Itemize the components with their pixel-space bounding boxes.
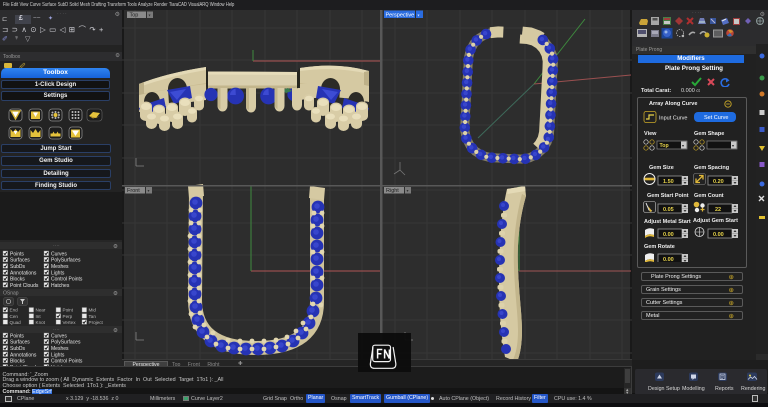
svg-text:Top: Top — [130, 13, 139, 19]
svg-text:Point: Point — [63, 308, 74, 313]
svg-text:Control Points: Control Points — [51, 277, 83, 283]
svg-text:Top: Top — [660, 143, 669, 149]
svg-text:Quad: Quad — [10, 320, 22, 325]
svg-text:▾: ▾ — [682, 143, 684, 148]
svg-text:Adjust Metal Start: Adjust Metal Start — [644, 219, 691, 225]
svg-text:Rendering: Rendering — [741, 386, 765, 392]
svg-text:0.00: 0.00 — [713, 232, 724, 238]
svg-text:0.05: 0.05 — [663, 207, 674, 213]
svg-text:Hatches: Hatches — [51, 283, 70, 289]
svg-text:Annotations: Annotations — [10, 270, 37, 276]
svg-text:PolySurfaces: PolySurfaces — [51, 258, 81, 264]
svg-text:Mid: Mid — [89, 308, 97, 313]
svg-text:Knot: Knot — [36, 320, 46, 325]
svg-text:Surfaces: Surfaces — [10, 340, 30, 346]
svg-text:Meshes: Meshes — [51, 346, 69, 352]
svg-text:Perp: Perp — [63, 314, 73, 319]
svg-text:Perspective: Perspective — [386, 13, 415, 19]
svg-text:0.00: 0.00 — [663, 257, 674, 262]
svg-text:Gem Start Point: Gem Start Point — [647, 193, 689, 199]
svg-text:OSnap: OSnap — [3, 291, 19, 297]
svg-text:Gem Count: Gem Count — [694, 193, 724, 199]
svg-text:▾: ▾ — [149, 13, 151, 18]
svg-text:⚙: ⚙ — [113, 327, 118, 334]
svg-text:Set Curve: Set Curve — [704, 115, 728, 121]
svg-text:22: 22 — [715, 207, 721, 213]
svg-text:Points: Points — [10, 251, 24, 257]
svg-text:Gem Size: Gem Size — [649, 165, 674, 171]
svg-text:Points: Points — [10, 333, 24, 339]
svg-text:Meshes: Meshes — [51, 264, 69, 270]
svg-text:Int: Int — [36, 314, 42, 319]
svg-text:Near: Near — [36, 308, 46, 313]
svg-text:····: ···· — [53, 243, 60, 249]
svg-text:PolySurfaces: PolySurfaces — [51, 340, 81, 346]
svg-text:Gem Shape: Gem Shape — [694, 131, 724, 137]
svg-text:▾: ▾ — [418, 13, 420, 18]
svg-text:····: ···· — [53, 327, 60, 333]
svg-text:Front: Front — [127, 188, 140, 194]
svg-text:Point Clouds: Point Clouds — [10, 283, 39, 289]
svg-text:⚙: ⚙ — [113, 243, 118, 250]
svg-text:0.00: 0.00 — [663, 232, 674, 238]
svg-text:Gem Rotate: Gem Rotate — [644, 244, 675, 250]
svg-text:1.50: 1.50 — [663, 179, 674, 185]
svg-text:Curves: Curves — [51, 333, 67, 339]
svg-text:SubDs: SubDs — [10, 346, 26, 352]
svg-text:Lights: Lights — [51, 352, 65, 358]
svg-text:Modelling: Modelling — [682, 386, 705, 392]
svg-text:Tan: Tan — [89, 314, 97, 319]
svg-text:Cen: Cen — [10, 314, 19, 319]
svg-text:▾: ▾ — [148, 188, 150, 193]
svg-text:Project: Project — [89, 320, 104, 325]
svg-text:⚙: ⚙ — [113, 290, 118, 297]
svg-text:Curves: Curves — [51, 251, 67, 257]
svg-text:Design Setup: Design Setup — [648, 386, 680, 392]
svg-text:▾: ▾ — [732, 143, 734, 148]
svg-text:Input Curve: Input Curve — [659, 116, 687, 122]
svg-text:▾: ▾ — [407, 188, 409, 193]
svg-text:Reports: Reports — [715, 386, 734, 392]
svg-text:Lights: Lights — [51, 270, 65, 276]
svg-text:0.20: 0.20 — [713, 179, 724, 185]
svg-text:SubDs: SubDs — [10, 264, 26, 270]
svg-text:Blocks: Blocks — [10, 277, 25, 283]
svg-text:Control Points: Control Points — [51, 359, 83, 365]
svg-text:Vertex: Vertex — [63, 320, 77, 325]
svg-text:Annotations: Annotations — [10, 352, 37, 358]
svg-text:Adjust Gem Start: Adjust Gem Start — [693, 218, 738, 224]
svg-text:Blocks: Blocks — [10, 359, 25, 365]
svg-text:View: View — [644, 131, 657, 137]
svg-text:Surfaces: Surfaces — [10, 258, 30, 264]
svg-text:End: End — [10, 308, 19, 313]
svg-text:Right: Right — [386, 188, 399, 194]
svg-text:Gem Spacing: Gem Spacing — [694, 165, 729, 171]
